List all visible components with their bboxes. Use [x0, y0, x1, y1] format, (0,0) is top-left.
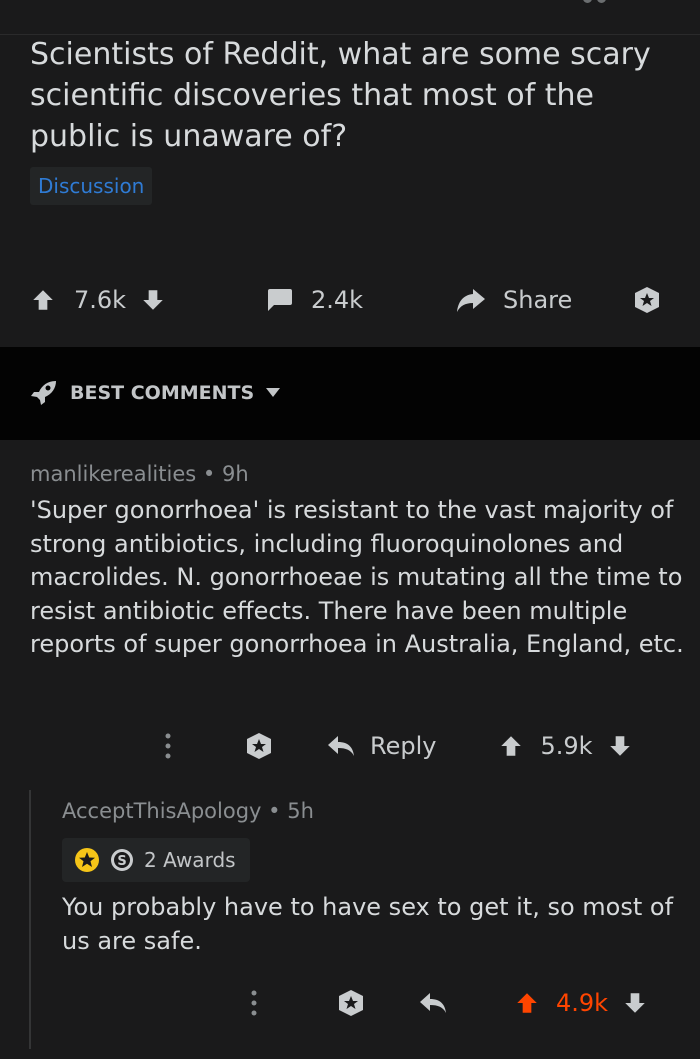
comment: manlikerealities • 9h 'Super gonorrhoea'… — [30, 462, 690, 662]
comment-author[interactable]: manlikerealities — [30, 462, 196, 486]
award-icon — [632, 285, 662, 315]
share-label: Share — [503, 286, 573, 314]
post-vote-group: 7.6k — [30, 280, 166, 320]
share-button[interactable]: Share — [455, 280, 572, 320]
chevron-down-icon — [266, 388, 281, 398]
comment-actions: Reply 5.9k — [158, 726, 633, 766]
meta-separator: • — [202, 462, 222, 486]
downvote-icon[interactable] — [140, 287, 166, 313]
upvote-icon[interactable] — [498, 733, 524, 759]
post-award-button[interactable] — [632, 280, 662, 320]
comment-vote-count: 5.9k — [540, 732, 593, 760]
post-flair[interactable]: Discussion — [30, 167, 153, 205]
upvote-icon[interactable] — [514, 990, 540, 1016]
comment-author[interactable]: AcceptThisApology — [62, 799, 261, 823]
top-bar-edge — [0, 0, 700, 35]
comment-reply-body-wrap: You probably have to have sex to get it,… — [62, 891, 682, 958]
downvote-icon[interactable] — [607, 733, 633, 759]
comment-age: 9h — [221, 462, 249, 486]
helpful-award-icon — [74, 847, 100, 873]
overflow-dot — [597, 0, 606, 3]
comment-body: 'Super gonorrhoea' is resistant to the v… — [30, 496, 684, 658]
reply-icon[interactable] — [418, 991, 448, 1015]
upvote-icon[interactable] — [30, 287, 56, 313]
comment-reply: AcceptThisApology • 5h — [62, 799, 682, 823]
post-title: Scientists of Reddit, what are some scar… — [30, 37, 651, 154]
comments-count: 2.4k — [311, 286, 364, 314]
reply-label: Reply — [370, 732, 437, 760]
comment-meta: AcceptThisApology • 5h — [62, 799, 682, 823]
thread-line[interactable] — [29, 790, 31, 1049]
awards-badge[interactable]: S 2 Awards — [62, 838, 250, 882]
svg-text:S: S — [117, 854, 126, 869]
reply-button[interactable]: Reply — [326, 732, 436, 760]
sort-dropdown[interactable]: BEST COMMENTS — [30, 380, 281, 406]
comments-sort-bar: BEST COMMENTS — [0, 347, 700, 440]
awards-label: 2 Awards — [144, 848, 236, 872]
reply-icon — [326, 734, 356, 758]
downvote-icon[interactable] — [622, 990, 648, 1016]
more-options-icon[interactable] — [158, 731, 178, 761]
rocket-icon — [30, 380, 58, 406]
comments-button[interactable]: 2.4k — [265, 280, 363, 320]
comment-icon — [265, 287, 293, 313]
comment-meta: manlikerealities • 9h — [30, 462, 690, 486]
more-options-icon[interactable] — [244, 988, 264, 1018]
sort-label: BEST COMMENTS — [70, 382, 255, 404]
comment-age: 5h — [287, 799, 314, 823]
comment-vote-count: 4.9k — [556, 989, 609, 1017]
comment-body: You probably have to have sex to get it,… — [62, 893, 674, 955]
comment-actions: 4.9k — [244, 983, 648, 1023]
overflow-dot — [583, 0, 592, 3]
meta-separator: • — [268, 799, 288, 823]
award-icon[interactable] — [244, 731, 274, 761]
award-icon[interactable] — [336, 988, 366, 1018]
post-vote-count: 7.6k — [74, 286, 127, 314]
silver-award-icon: S — [110, 848, 134, 872]
post-action-bar: 7.6k 2.4k Share — [0, 280, 700, 320]
share-icon — [455, 287, 487, 313]
